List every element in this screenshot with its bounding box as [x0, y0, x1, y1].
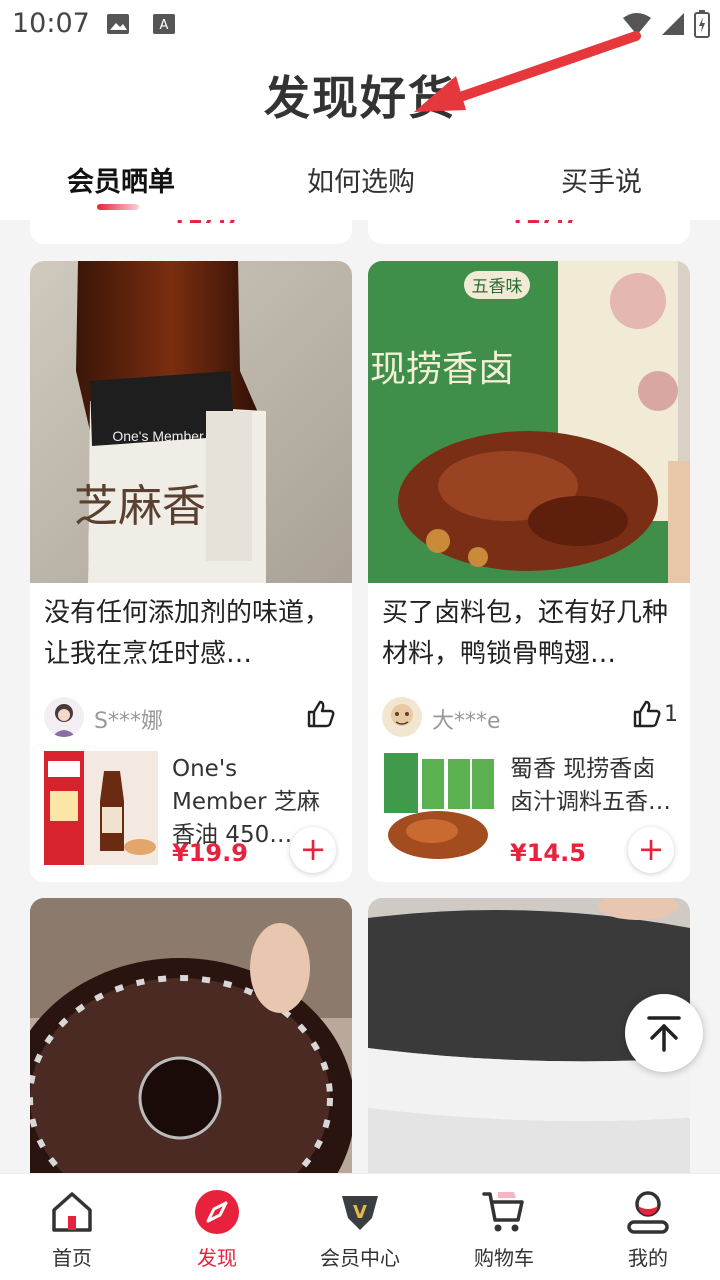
product-thumbnail[interactable] — [44, 751, 158, 865]
compass-icon — [195, 1190, 239, 1234]
review-photo[interactable] — [30, 898, 352, 1173]
home-icon — [52, 1192, 92, 1232]
tab-member-reviews[interactable]: 会员晒单 — [67, 160, 175, 199]
reviewer-row: 大***e 1 — [368, 691, 690, 751]
reviewer-name: 大***e — [432, 709, 501, 734]
cart-icon — [482, 1192, 524, 1232]
profile-icon — [627, 1191, 669, 1234]
review-card[interactable]: One's Member 芝麻香 没有任何添加剂的味道，让我在烹饪时感… S**… — [30, 261, 352, 882]
avatar[interactable] — [382, 697, 422, 737]
bottle-cap-photo — [30, 898, 352, 1173]
app-notification-icon: A — [153, 14, 175, 34]
page-header: 发现好货 会员晒单 如何选购 买手说 — [0, 52, 720, 220]
product-price: ¥14.5 — [510, 839, 586, 867]
thumbs-up-icon — [307, 700, 335, 728]
back-to-top-button[interactable] — [625, 994, 703, 1072]
nav-home[interactable]: 首页 — [17, 1174, 127, 1280]
wifi-icon — [623, 13, 651, 35]
product-thumbnail[interactable] — [382, 751, 496, 865]
review-photo[interactable]: One's Member 芝麻香 — [30, 261, 352, 583]
product-price: ¥19.9 — [172, 839, 248, 867]
sesame-oil-bottle-photo: One's Member 芝麻香 — [30, 261, 352, 583]
svg-text:A: A — [160, 18, 169, 33]
card-stub[interactable]: ¥17.7 — [368, 220, 690, 244]
nav-discover[interactable]: 发现 — [162, 1174, 272, 1280]
braising-sauce-bag-photo: 五香味 现捞香卤 — [368, 261, 690, 583]
nav-cart[interactable]: 购物车 — [449, 1174, 559, 1280]
photo-product-text: 芝麻香 — [74, 481, 206, 532]
review-photo[interactable]: 五香味 现捞香卤 — [368, 261, 690, 583]
image-notification-icon — [107, 14, 129, 34]
page-title: 发现好货 — [264, 71, 456, 125]
review-card[interactable] — [30, 898, 352, 1173]
nav-label: 首页 — [52, 1246, 92, 1270]
linked-product[interactable]: 蜀香 现捞香卤卤汁调料五香… ¥14.5 + — [368, 751, 690, 882]
photo-product-text: 现捞香卤 — [370, 349, 514, 390]
card-stub[interactable]: ¥17.7 — [30, 220, 352, 244]
review-feed[interactable]: ¥17.7 ¥17.7 One's Member — [0, 220, 720, 1173]
linked-product[interactable]: One's Member 芝麻香油 450… ¥19.9 + — [30, 751, 352, 882]
vip-icon: V — [342, 1196, 378, 1230]
like-button[interactable]: 1 — [632, 699, 678, 729]
svg-text:V: V — [353, 1202, 367, 1223]
nav-label: 购物车 — [474, 1246, 534, 1270]
product-name: 蜀香 现捞香卤卤汁调料五香… — [510, 756, 671, 815]
review-card[interactable]: 五香味 现捞香卤 买了卤料包，还有好几种材料，鸭锁骨鸭翅… 大***e 1 蜀香… — [368, 261, 690, 882]
signal-icon — [662, 13, 684, 35]
nav-label: 会员中心 — [320, 1246, 400, 1270]
review-text: 没有任何添加剂的味道，让我在烹饪时感… — [44, 598, 331, 669]
tab-how-to-buy[interactable]: 如何选购 — [307, 160, 415, 199]
nav-member-center[interactable]: V 会员中心 — [305, 1174, 415, 1280]
review-text: 买了卤料包，还有好几种材料，鸭锁骨鸭翅… — [382, 598, 669, 669]
bottom-navigation: 首页 发现 V 会员中心 购物车 我的 — [0, 1173, 720, 1280]
nav-label: 发现 — [197, 1246, 237, 1270]
tab-indicator — [97, 204, 139, 210]
status-time: 10:07 — [12, 8, 90, 39]
reviewer-name: S***娜 — [94, 709, 163, 734]
like-count: 1 — [664, 701, 678, 727]
avatar[interactable] — [44, 697, 84, 737]
status-bar: 10:07 A — [0, 0, 720, 52]
like-button[interactable] — [306, 699, 336, 729]
nav-profile[interactable]: 我的 — [593, 1174, 703, 1280]
stub-price: ¥17.7 — [510, 220, 580, 229]
add-to-cart-button[interactable]: + — [290, 827, 336, 873]
reviewer-row: S***娜 — [30, 691, 352, 751]
tab-buyer-says[interactable]: 买手说 — [561, 160, 642, 199]
tab-bar: 会员晒单 如何选购 买手说 — [0, 152, 720, 212]
battery-icon — [694, 10, 710, 38]
add-to-cart-button[interactable]: + — [628, 827, 674, 873]
photo-brand-label: One's Member — [112, 428, 204, 444]
nav-label: 我的 — [628, 1246, 668, 1270]
stub-price: ¥17.7 — [172, 220, 242, 229]
arrow-up-icon — [647, 1016, 681, 1052]
thumbs-up-icon — [633, 700, 661, 728]
photo-flavor-label: 五香味 — [472, 277, 523, 297]
